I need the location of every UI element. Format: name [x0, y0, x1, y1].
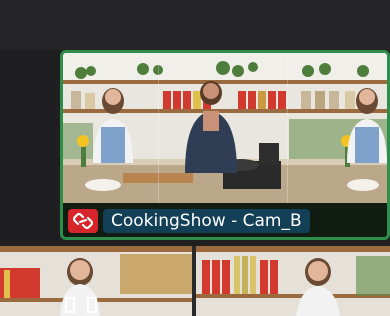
clip-name-label: CookingShow - Cam_B: [103, 209, 310, 233]
lower-clip-thumbnail-right[interactable]: [196, 246, 390, 316]
active-clip-card[interactable]: CookingShow - Cam_B: [60, 50, 390, 240]
clip-thumbnail: [63, 53, 387, 203]
unlink-icon[interactable]: [68, 209, 98, 233]
clip-separator: [192, 246, 196, 316]
lower-clip-thumbnail-left[interactable]: [0, 246, 192, 316]
timeline-background: [0, 0, 390, 50]
kitchen-scene: [63, 53, 387, 203]
